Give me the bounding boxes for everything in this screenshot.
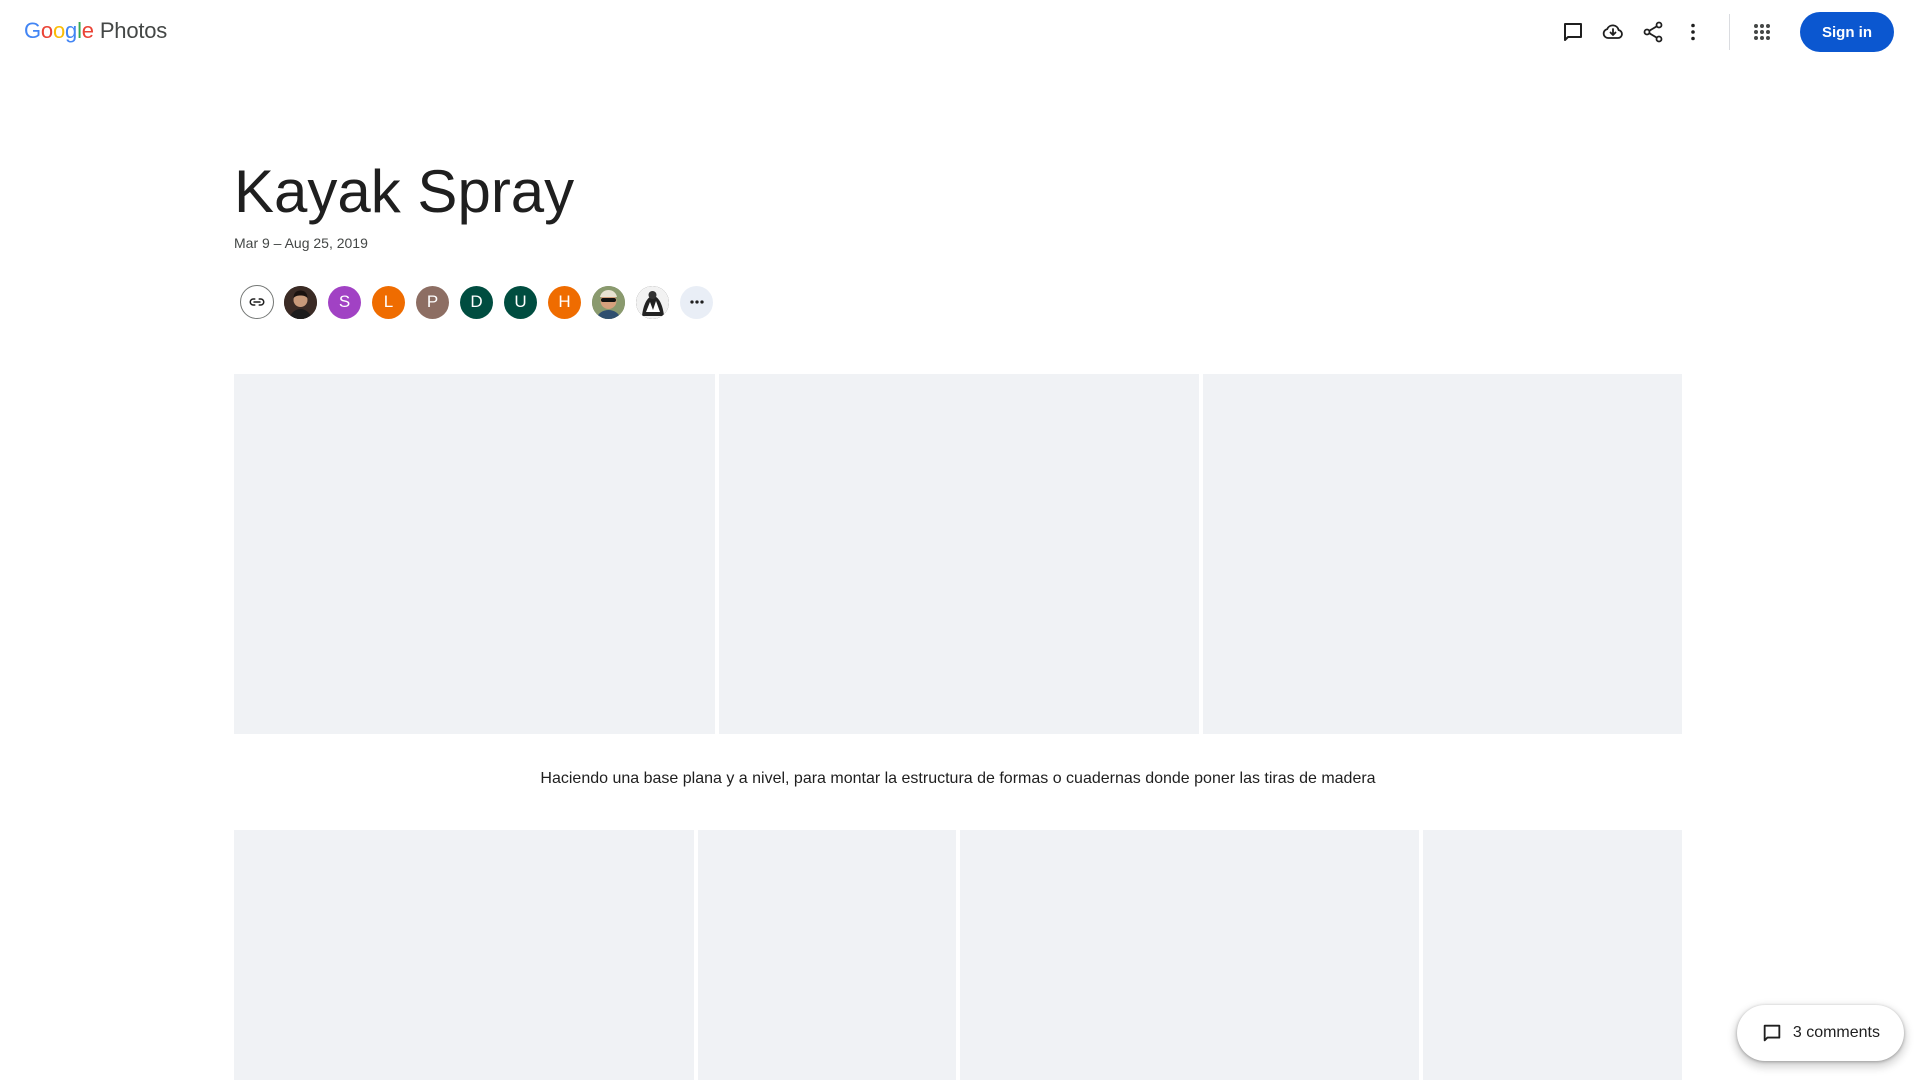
logo-letter: e xyxy=(81,18,94,43)
copy-link-button[interactable] xyxy=(240,285,274,319)
person-photo-icon xyxy=(284,285,317,319)
avatar[interactable]: U xyxy=(504,285,537,319)
comment-icon xyxy=(1763,1024,1781,1042)
more-people-button[interactable] xyxy=(680,285,713,319)
header-divider xyxy=(1729,14,1730,50)
logo-letter: g xyxy=(65,18,78,43)
avatar[interactable]: H xyxy=(548,285,581,319)
contributors-row: S L P D U H xyxy=(240,285,713,319)
avatar[interactable]: D xyxy=(460,285,493,319)
avatar[interactable] xyxy=(636,285,669,319)
comment-button[interactable] xyxy=(1553,12,1593,52)
avatar[interactable]: S xyxy=(328,285,361,319)
album-date-range: Mar 9 – Aug 25, 2019 xyxy=(234,235,368,251)
photo-tile[interactable] xyxy=(234,374,715,734)
logo-letter: G xyxy=(24,18,41,43)
person-photo-icon xyxy=(636,285,669,319)
photo-tile[interactable] xyxy=(960,830,1419,1080)
logo-product-name: Photos xyxy=(99,18,168,43)
sign-in-button[interactable]: Sign in xyxy=(1800,12,1894,52)
share-button[interactable] xyxy=(1633,12,1673,52)
more-horiz-icon xyxy=(689,300,704,304)
apps-icon xyxy=(1754,24,1770,40)
logo-letter: o xyxy=(40,18,53,43)
comment-icon xyxy=(1564,23,1582,41)
album-title: Kayak Spray xyxy=(234,158,575,225)
comments-button[interactable]: 3 comments xyxy=(1736,1005,1904,1061)
share-icon xyxy=(1643,21,1663,43)
photo-tile[interactable] xyxy=(1423,830,1682,1080)
google-apps-button[interactable] xyxy=(1742,12,1782,52)
album-caption: Haciendo una base plana y a nivel, para … xyxy=(540,770,1376,787)
top-bar: Google Photos Sign in xyxy=(0,0,1920,64)
logo-letter: o xyxy=(52,18,66,43)
download-button[interactable] xyxy=(1593,12,1633,52)
avatar[interactable] xyxy=(284,285,317,319)
more-vert-icon xyxy=(1691,23,1695,41)
more-options-button[interactable] xyxy=(1673,12,1713,52)
link-icon xyxy=(249,298,265,306)
photo-tile[interactable] xyxy=(1203,374,1682,734)
photo-tile[interactable] xyxy=(719,374,1199,734)
comments-label: 3 comments xyxy=(1792,1024,1880,1041)
header-actions: Sign in xyxy=(1553,11,1894,53)
avatar[interactable]: L xyxy=(372,285,405,319)
photo-tile[interactable] xyxy=(234,830,694,1080)
avatar[interactable] xyxy=(592,285,625,319)
person-photo-icon xyxy=(592,285,625,319)
download-icon xyxy=(1602,24,1623,39)
photo-tile[interactable] xyxy=(698,830,956,1080)
google-photos-logo[interactable]: Google Photos xyxy=(24,18,167,44)
avatar[interactable]: P xyxy=(416,285,449,319)
